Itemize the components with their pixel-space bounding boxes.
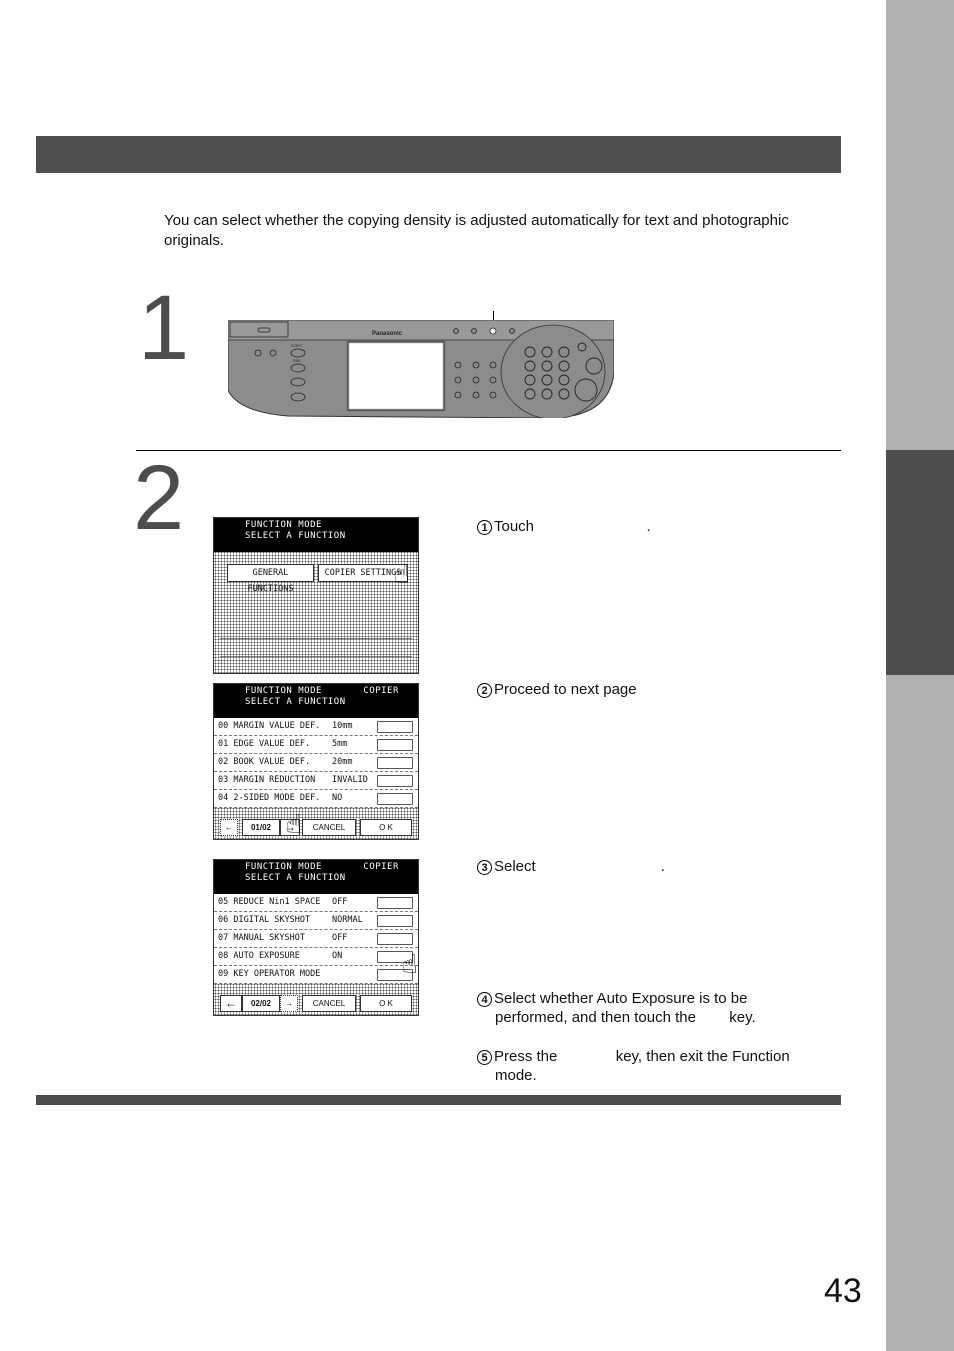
ok-button[interactable]: O K xyxy=(360,819,412,836)
general-functions-button[interactable]: GENERAL FUNCTIONS xyxy=(227,564,314,594)
setting-select-button[interactable] xyxy=(377,721,413,733)
setting-select-button[interactable] xyxy=(377,933,413,945)
setting-row[interactable]: 05 REDUCE Nin1 SPACE OFF xyxy=(214,894,418,912)
circled-number: 5 xyxy=(477,1050,492,1065)
hand-pointer-icon: ☝ xyxy=(286,810,302,840)
hand-pointer-icon: ☝ xyxy=(394,560,410,590)
page-number: 43 xyxy=(824,1272,862,1310)
ok-button[interactable]: O K xyxy=(360,995,412,1012)
instruction-4: 4 Select whether Auto Exposure is to be p… xyxy=(477,989,822,1027)
svg-text:COPY: COPY xyxy=(291,343,303,348)
prev-page-button[interactable]: ← xyxy=(220,995,242,1012)
setting-select-button[interactable] xyxy=(377,793,413,805)
instruction-1: 1 Touch . xyxy=(477,517,822,536)
instruction-2: 2 Proceed to next page xyxy=(477,680,822,699)
touch-screen xyxy=(347,341,445,411)
setting-select-button[interactable] xyxy=(377,897,413,909)
cancel-button[interactable]: CANCEL xyxy=(302,819,356,836)
setting-row[interactable]: 09 KEY OPERATOR MODE xyxy=(214,966,418,984)
screen-header: FUNCTION MODE COPIER SELECT A FUNCTION xyxy=(214,860,418,894)
setting-select-button[interactable] xyxy=(377,739,413,751)
setting-select-button[interactable] xyxy=(377,757,413,769)
circled-number: 3 xyxy=(477,860,492,875)
intro-paragraph: You can select whether the copying densi… xyxy=(164,212,789,249)
setting-row[interactable]: 04 2-SIDED MODE DEF. NO xyxy=(214,790,418,808)
screen-header: FUNCTION MODE COPIER SELECT A FUNCTION xyxy=(214,684,418,718)
setting-select-button[interactable] xyxy=(377,915,413,927)
setting-row[interactable]: 03 MARGIN REDUCTION INVALID xyxy=(214,772,418,790)
screen-function-mode-select: FUNCTION MODE SELECT A FUNCTION GENERAL … xyxy=(213,517,419,674)
circled-number: 4 xyxy=(477,992,492,1007)
svg-text:FAX: FAX xyxy=(293,358,301,363)
screen-copier-settings-page-2: FUNCTION MODE COPIER SELECT A FUNCTION 0… xyxy=(213,859,419,1016)
circled-number: 1 xyxy=(477,520,492,535)
screen-copier-settings-page-1: FUNCTION MODE COPIER SELECT A FUNCTION 0… xyxy=(213,683,419,840)
step-divider xyxy=(136,450,841,451)
setting-row[interactable]: 02 BOOK VALUE DEF. 20mm xyxy=(214,754,418,772)
circled-number: 2 xyxy=(477,683,492,698)
control-panel-illustration: Panasonic COPY FAX xyxy=(228,320,614,418)
setting-row[interactable]: 01 EDGE VALUE DEF. 5mm xyxy=(214,736,418,754)
page-indicator: 02/02 xyxy=(242,995,280,1012)
setting-row[interactable]: 00 MARGIN VALUE DEF. 10mm xyxy=(214,718,418,736)
section-footer-bar xyxy=(36,1095,841,1105)
section-header-bar xyxy=(36,136,841,173)
setting-row-auto-exposure[interactable]: 08 AUTO EXPOSURE ON xyxy=(214,948,418,966)
setting-row[interactable]: 06 DIGITAL SKYSHOT NORMAL xyxy=(214,912,418,930)
side-tab-strip xyxy=(886,0,954,1351)
side-tab-active-section xyxy=(886,450,954,675)
instruction-3: 3 Select . xyxy=(477,857,822,876)
step-number-2: 2 xyxy=(133,447,185,549)
instruction-5: 5 Press the key, then exit the Function m… xyxy=(477,1047,822,1085)
cancel-button[interactable]: CANCEL xyxy=(302,995,356,1012)
setting-row[interactable]: 07 MANUAL SKYSHOT OFF xyxy=(214,930,418,948)
next-page-button[interactable]: → xyxy=(280,995,298,1012)
step-number-1: 1 xyxy=(138,277,190,379)
prev-page-button[interactable]: ← xyxy=(220,819,238,836)
hand-pointer-icon: ☝ xyxy=(402,950,418,980)
setting-select-button[interactable] xyxy=(377,775,413,787)
function-key xyxy=(489,327,497,335)
screen-header: FUNCTION MODE SELECT A FUNCTION xyxy=(214,518,418,552)
page-indicator: 01/02 xyxy=(242,819,280,836)
display-slot xyxy=(229,321,289,338)
panel-brand: Panasonic xyxy=(372,331,403,337)
